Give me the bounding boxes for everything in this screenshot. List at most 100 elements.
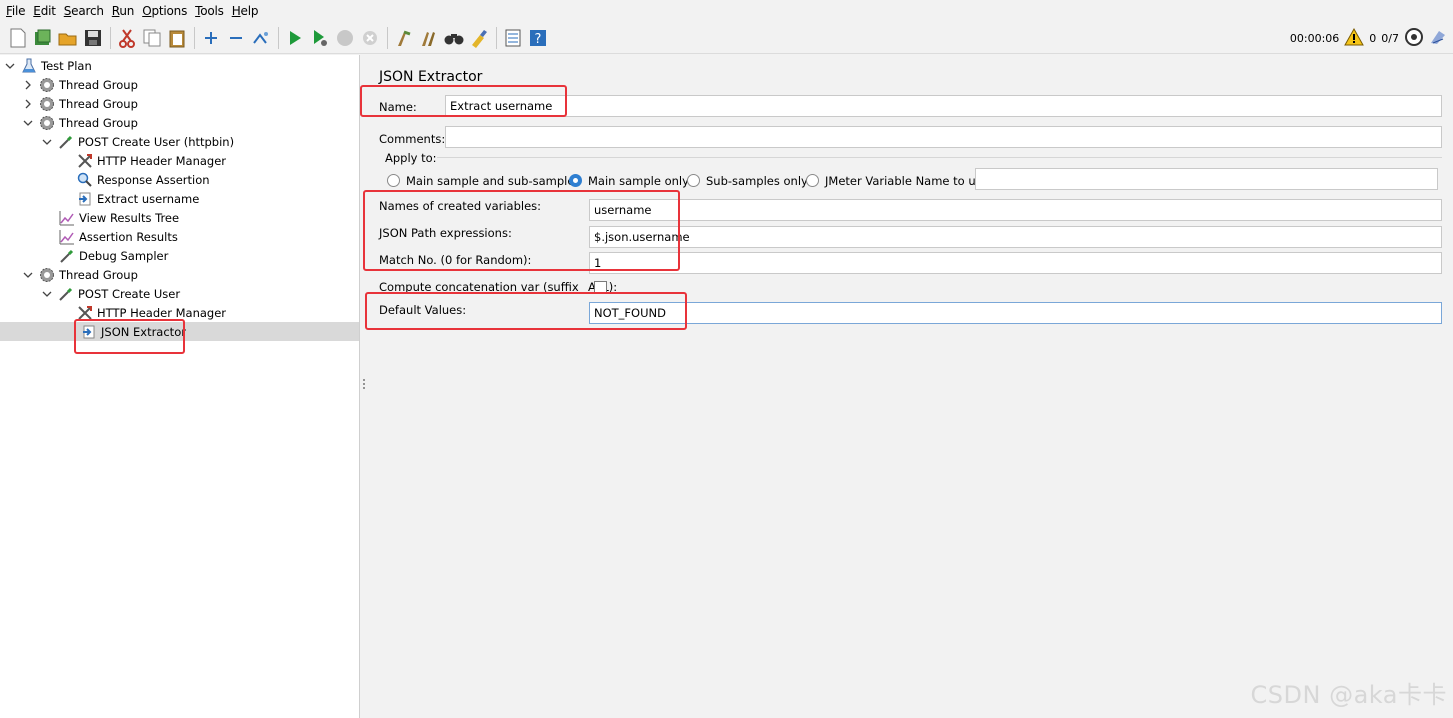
toolbar: ? 00:00:06 0 0/7 (0, 22, 1453, 54)
clear-icon[interactable] (392, 26, 415, 49)
menu-file-rest: ile (11, 4, 26, 18)
tree-item-debug-sampler[interactable]: Debug Sampler (58, 246, 168, 265)
copy-icon[interactable] (140, 26, 163, 49)
radio-jmeter-variable[interactable] (806, 174, 819, 187)
concat-checkbox[interactable] (594, 281, 607, 294)
comments-field[interactable] (445, 126, 1442, 148)
chevron-down-icon[interactable] (4, 60, 16, 72)
remote-engines-icon[interactable] (1404, 27, 1424, 50)
warning-count: 0 (1369, 31, 1377, 45)
json-path-label: JSON Path expressions: (379, 226, 512, 240)
tree-item-view-results-tree[interactable]: View Results Tree (58, 208, 179, 227)
jmeter-variable-field[interactable] (975, 168, 1438, 190)
radio-sub-only-label: Sub-samples only (706, 174, 808, 188)
clear-all-icon[interactable] (417, 26, 440, 49)
chevron-down-icon[interactable] (22, 117, 34, 129)
radio-jmeter-variable-label: JMeter Variable Name to use (825, 174, 989, 188)
tree-item-thread-group[interactable]: Thread Group (22, 94, 138, 113)
shutdown-icon[interactable] (358, 26, 381, 49)
start-icon[interactable] (283, 26, 306, 49)
save-icon[interactable] (81, 26, 104, 49)
menu-edit[interactable]: Edit (31, 4, 61, 18)
chevron-down-icon[interactable] (22, 269, 34, 281)
menu-edit-rest: dit (40, 4, 56, 18)
templates-icon[interactable] (31, 26, 54, 49)
gear-icon (38, 95, 55, 112)
svg-text:?: ? (534, 32, 541, 47)
chevron-right-icon[interactable] (22, 98, 34, 110)
pipette-icon (57, 285, 74, 302)
tree-item-json-extractor[interactable]: JSON Extractor (0, 322, 359, 341)
tree-item-label: Extract username (97, 191, 200, 206)
menu-bar: File Edit Search Run Options Tools Help (0, 0, 1453, 22)
match-no-label: Match No. (0 for Random): (379, 253, 532, 267)
tree-item-label: Debug Sampler (79, 248, 169, 263)
radio-main-and-sub[interactable] (387, 174, 400, 187)
open-icon[interactable] (56, 26, 79, 49)
variable-names-field[interactable]: username (589, 199, 1442, 221)
function-helper-icon[interactable] (501, 26, 524, 49)
page-title: JSON Extractor (379, 69, 483, 85)
warning-icon[interactable] (1344, 27, 1365, 49)
magnifier-icon (76, 171, 93, 188)
chevron-down-icon[interactable] (41, 288, 53, 300)
stop-icon[interactable] (333, 26, 356, 49)
expand-all-icon[interactable] (199, 26, 222, 49)
tree-item-assertion-results[interactable]: Assertion Results (58, 227, 178, 246)
tree-item-label: Thread Group (59, 96, 138, 111)
tree-item-response-assertion[interactable]: Response Assertion (76, 170, 210, 189)
menu-run[interactable]: Run (110, 4, 140, 18)
default-values-field[interactable]: NOT_FOUND (589, 302, 1442, 324)
tree-item-http-header-manager[interactable]: HTTP Header Manager (76, 151, 226, 170)
concat-label: Compute concatenation var (suffix _ALL): (379, 280, 618, 294)
menu-options[interactable]: Options (140, 4, 193, 18)
radio-main-only[interactable] (569, 174, 582, 187)
tools-icon (76, 152, 93, 169)
menu-help[interactable]: Help (230, 4, 265, 18)
tree-item-label: Thread Group (59, 115, 138, 130)
tree-item-http-header-manager[interactable]: HTTP Header Manager (76, 303, 226, 322)
radio-sub-only[interactable] (687, 174, 700, 187)
paste-icon[interactable] (165, 26, 188, 49)
menu-tools[interactable]: Tools (193, 4, 230, 18)
splitter-handle[interactable] (362, 378, 366, 392)
watermark: CSDN @aka卡卡 (1250, 681, 1447, 709)
tree-item-thread-group[interactable]: Thread Group (22, 75, 138, 94)
tools-icon (76, 304, 93, 321)
chevron-right-icon[interactable] (22, 79, 34, 91)
menu-search[interactable]: Search (62, 4, 110, 18)
tree-item-extract-username[interactable]: Extract username (76, 189, 199, 208)
tree-item-thread-group[interactable]: Thread Group (22, 265, 138, 284)
tree-item-label: Response Assertion (97, 172, 210, 187)
help-icon[interactable]: ? (526, 26, 549, 49)
json-path-field[interactable]: $.json.username (589, 226, 1442, 248)
cut-icon[interactable] (115, 26, 138, 49)
log-viewer-icon[interactable] (1429, 28, 1447, 49)
reset-search-icon[interactable] (467, 26, 490, 49)
toggle-icon[interactable] (249, 26, 272, 49)
tree-item-label: HTTP Header Manager (97, 153, 227, 168)
default-values-label: Default Values: (379, 303, 467, 317)
tree-item-test-plan[interactable]: Test Plan (4, 56, 92, 75)
chevron-down-icon[interactable] (41, 136, 53, 148)
graph-icon (58, 228, 75, 245)
new-icon[interactable] (6, 26, 29, 49)
tree-item-thread-group[interactable]: Thread Group (22, 113, 138, 132)
menu-file[interactable]: File (4, 4, 31, 18)
tree-item-post-create-user-httpbin[interactable]: POST Create User (httpbin) (41, 132, 234, 151)
extractor-icon (80, 323, 97, 340)
toolbar-separator (387, 26, 388, 49)
tree-item-label: Thread Group (59, 77, 138, 92)
tree-item-post-create-user[interactable]: POST Create User (41, 284, 180, 303)
elapsed-timer: 00:00:06 (1289, 31, 1340, 45)
search-icon[interactable] (442, 26, 465, 49)
apply-to-label: Apply to: (385, 151, 437, 165)
start-no-pauses-icon[interactable] (308, 26, 331, 49)
name-field[interactable]: Extract username (445, 95, 1442, 117)
name-label: Name: (379, 100, 417, 114)
tree-item-label: Thread Group (59, 267, 138, 282)
gear-icon (38, 114, 55, 131)
match-no-field[interactable]: 1 (589, 252, 1442, 274)
gear-icon (38, 266, 55, 283)
collapse-all-icon[interactable] (224, 26, 247, 49)
